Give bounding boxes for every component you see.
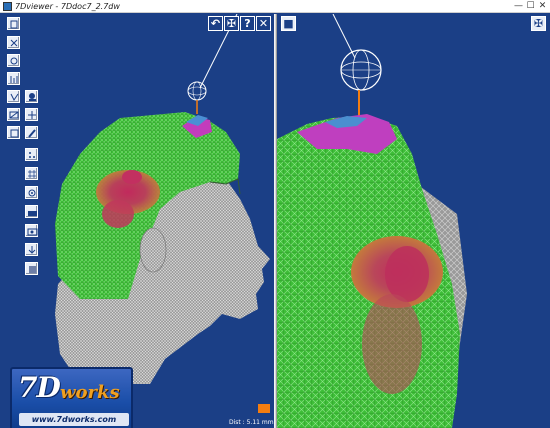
right-viewport[interactable]: ■ ✠ bbox=[277, 14, 550, 428]
view-front-icon[interactable] bbox=[7, 17, 20, 30]
window-title: 7Dviewer - 7Ddoc7_2.7dw bbox=[15, 2, 120, 11]
minimize-button[interactable]: — bbox=[513, 1, 524, 11]
distance-readout: Dist : 5.11 mm bbox=[229, 419, 274, 426]
logo-wordmark: works bbox=[60, 382, 120, 403]
dots-tool-icon[interactable] bbox=[25, 148, 38, 161]
app-icon bbox=[3, 2, 12, 11]
logo-mark: 7D bbox=[18, 371, 61, 404]
zoom-tool-icon[interactable] bbox=[7, 54, 20, 67]
texture-icon[interactable] bbox=[25, 205, 38, 218]
camera-icon[interactable] bbox=[25, 224, 38, 237]
left-3d-model[interactable] bbox=[0, 14, 274, 428]
frame-tool-icon[interactable] bbox=[7, 126, 20, 139]
close-window-button[interactable]: ✕ bbox=[537, 1, 548, 11]
select-tool-icon[interactable] bbox=[7, 36, 20, 49]
undo-button[interactable]: ↶ bbox=[208, 16, 223, 31]
rotate-tool-icon[interactable] bbox=[7, 108, 20, 121]
export-icon[interactable] bbox=[25, 243, 38, 256]
title-bar: 7Dviewer - 7Ddoc7_2.7dw — ☐ ✕ bbox=[0, 0, 550, 13]
logo-url: www.7dworks.com bbox=[19, 413, 129, 426]
section-tool-icon[interactable] bbox=[7, 90, 20, 103]
mesh-tool-icon[interactable] bbox=[25, 167, 38, 180]
layer-button[interactable]: ■ bbox=[281, 16, 296, 31]
close-view-button[interactable]: ✕ bbox=[256, 16, 271, 31]
reset-view-button-right[interactable]: ✠ bbox=[531, 16, 546, 31]
annotate-tool-icon[interactable] bbox=[25, 126, 38, 139]
color-indicator bbox=[258, 404, 270, 413]
color-map-icon[interactable] bbox=[25, 186, 38, 199]
settings-icon[interactable] bbox=[25, 262, 38, 275]
right-3d-model[interactable] bbox=[277, 14, 550, 428]
maximize-button[interactable]: ☐ bbox=[525, 1, 536, 11]
help-button[interactable]: ? bbox=[240, 16, 255, 31]
measure-tool-icon[interactable] bbox=[7, 72, 20, 85]
left-viewport[interactable]: ↶ ✠ ? ✕ 7D works www.7dworks.com Dist : … bbox=[0, 14, 274, 428]
pan-tool-icon[interactable] bbox=[25, 108, 38, 121]
reset-view-button[interactable]: ✠ bbox=[224, 16, 239, 31]
light-tool-icon[interactable] bbox=[25, 90, 38, 103]
brand-logo[interactable]: 7D works www.7dworks.com bbox=[10, 367, 133, 428]
